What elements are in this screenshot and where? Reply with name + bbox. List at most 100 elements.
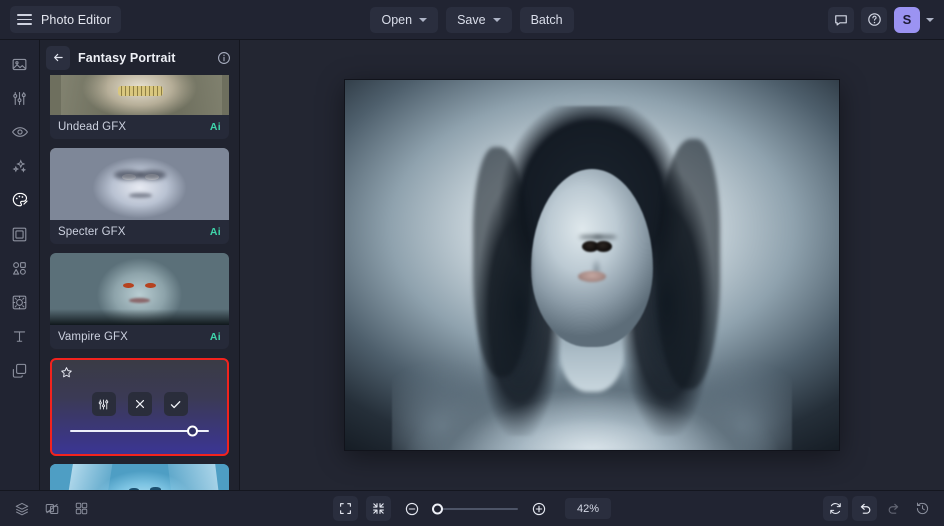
favorite-button[interactable] — [60, 366, 73, 379]
effect-name: Specter GFX — [58, 226, 126, 238]
sidebar-item-adjust-tool[interactable] — [5, 83, 35, 113]
feedback-button[interactable] — [828, 6, 854, 33]
zoom-slider[interactable] — [432, 502, 518, 516]
sparkles-icon — [12, 158, 27, 173]
top-toolbar: Photo Editor Open Save Batch S — [0, 0, 944, 40]
text-icon — [13, 330, 26, 342]
star-outline-icon — [61, 367, 72, 378]
bottom-toolbar: 42% — [0, 490, 944, 526]
sidebar-item-layers-tool[interactable] — [5, 355, 35, 385]
effects-list[interactable]: Undead GFX Ai Specter GFX Ai Vampire GFX… — [40, 75, 239, 490]
image-icon — [12, 58, 27, 70]
fullscreen-button[interactable] — [333, 496, 358, 521]
ai-badge: Ai — [209, 121, 221, 133]
history-button[interactable] — [910, 496, 935, 521]
sliders-icon — [13, 91, 26, 105]
effect-settings-button[interactable] — [91, 392, 116, 416]
effect-thumbnail — [50, 464, 229, 490]
sidebar-item-shapes-tool[interactable] — [5, 253, 35, 283]
effect-intensity-slider[interactable] — [70, 425, 209, 437]
list-item[interactable]: Deep Freeze GFX Ai — [50, 464, 229, 490]
question-circle-icon — [867, 13, 881, 26]
zoom-controls: 42% — [0, 496, 944, 521]
artwork-eye-right — [595, 240, 613, 252]
fit-to-screen-button[interactable] — [366, 496, 391, 521]
fit-to-screen-icon — [373, 503, 384, 514]
artwork-dress — [427, 345, 757, 450]
open-button[interactable]: Open — [370, 6, 439, 33]
redo-button[interactable] — [881, 496, 906, 521]
sidebar-item-effects-tool[interactable] — [5, 151, 35, 181]
zoom-level-value[interactable]: 42% — [565, 498, 611, 519]
frame-icon — [12, 227, 27, 241]
grid-icon — [75, 502, 88, 515]
top-toolbar-center: Open Save Batch — [0, 6, 944, 33]
sidebar-item-text-tool[interactable] — [5, 321, 35, 351]
palette-icon — [12, 192, 28, 207]
info-circle-icon — [218, 51, 230, 64]
compare-button[interactable] — [39, 496, 64, 521]
zoom-slider-handle[interactable] — [432, 503, 443, 514]
open-label: Open — [381, 12, 413, 27]
hamburger-icon — [17, 14, 32, 25]
redo-icon — [888, 503, 898, 514]
page-title: Fantasy Portrait — [78, 50, 176, 65]
artboard[interactable] — [345, 80, 839, 450]
app-menu-button[interactable]: Photo Editor — [10, 6, 121, 33]
effect-thumbnail — [50, 148, 229, 220]
save-label: Save — [457, 12, 486, 27]
reset-button[interactable] — [823, 496, 848, 521]
sidebar-item-frame-tool[interactable] — [5, 219, 35, 249]
sliders-icon — [98, 399, 109, 409]
help-button[interactable] — [861, 6, 887, 33]
canvas-area[interactable] — [240, 40, 944, 490]
compare-icon — [45, 503, 58, 514]
avatar[interactable]: S — [894, 6, 920, 33]
effects-panel: Fantasy Portrait Undead GFX Ai Specter G… — [40, 40, 240, 490]
sidebar-item-sticker-tool[interactable] — [5, 287, 35, 317]
save-button[interactable]: Save — [446, 6, 512, 33]
layers-stack-icon — [12, 363, 27, 378]
undo-button[interactable] — [852, 496, 877, 521]
list-item[interactable]: Specter GFX Ai — [50, 148, 229, 244]
batch-button[interactable]: Batch — [519, 6, 574, 33]
sidebar-item-retouch-tool[interactable] — [5, 117, 35, 147]
sidebar-item-artistic-tool[interactable] — [5, 185, 35, 215]
back-button[interactable] — [46, 45, 70, 70]
selected-effect-overlay[interactable] — [50, 358, 229, 456]
chevron-down-icon — [492, 18, 501, 22]
fullscreen-icon — [340, 503, 351, 514]
checkmark-icon — [170, 400, 181, 408]
shapes-icon — [12, 261, 26, 275]
effect-meta: Specter GFX Ai — [50, 220, 229, 244]
panel-header: Fantasy Portrait — [40, 40, 239, 75]
list-item[interactable]: Vampire GFX Ai — [50, 253, 229, 349]
artwork-lips — [578, 271, 606, 283]
slider-handle[interactable] — [186, 425, 198, 437]
zoom-out-button[interactable] — [399, 496, 424, 521]
sticker-icon — [12, 295, 27, 309]
zoom-slider-track — [432, 507, 518, 510]
effect-thumbnail — [50, 75, 229, 115]
tool-rail — [0, 40, 40, 490]
panel-info-button[interactable] — [217, 51, 231, 65]
history-icon — [916, 502, 929, 515]
apply-effect-button[interactable] — [163, 392, 188, 416]
list-item[interactable]: Undead GFX Ai — [50, 75, 229, 139]
sidebar-item-image-tool[interactable] — [5, 49, 35, 79]
grid-button[interactable] — [69, 496, 94, 521]
bottom-toolbar-left — [9, 496, 94, 521]
undo-icon — [860, 503, 870, 514]
app-title: Photo Editor — [41, 12, 111, 27]
zoom-in-button[interactable] — [526, 496, 551, 521]
effect-name: Vampire GFX — [58, 331, 128, 343]
batch-label: Batch — [530, 12, 563, 27]
zoom-out-icon — [405, 502, 418, 515]
app-body: Fantasy Portrait Undead GFX Ai Specter G… — [0, 40, 944, 490]
effect-meta: Vampire GFX Ai — [50, 325, 229, 349]
effect-name: Undead GFX — [58, 121, 127, 133]
cancel-effect-button[interactable] — [127, 392, 152, 416]
layers-button[interactable] — [9, 496, 34, 521]
reset-icon — [830, 503, 841, 514]
avatar-chevron-down-icon[interactable] — [926, 18, 934, 22]
